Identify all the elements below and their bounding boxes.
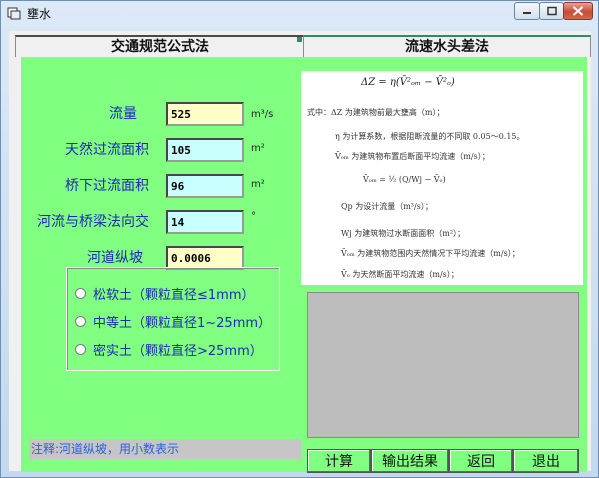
formula-line: η 为计算系数，根据阻断流量的不同取 0.05～0.15。 bbox=[335, 132, 525, 141]
soil-type-group: 松软土（颗粒直径≤1mm） 中等土（颗粒直径1~25mm） 密实土（颗粒直径>2… bbox=[66, 267, 280, 371]
slope-label: 河道纵坡 bbox=[87, 250, 143, 266]
output-results-button[interactable]: 输出结果 bbox=[371, 449, 449, 473]
tab-focus-marker bbox=[297, 37, 302, 42]
soil-option-soft[interactable]: 松软土（颗粒直径≤1mm） bbox=[75, 284, 275, 304]
formula-line: Qp 为设计流量（m³/s）； bbox=[341, 202, 433, 211]
radio-button[interactable] bbox=[75, 316, 86, 327]
maximize-icon bbox=[546, 6, 557, 16]
soil-option-label: 中等土（颗粒直径1~25mm） bbox=[93, 316, 272, 331]
calculate-button[interactable]: 计算 bbox=[307, 449, 371, 473]
close-button[interactable] bbox=[563, 2, 593, 20]
formula-line: V̄ₒₘ 为建筑物布置后断面平均流速（m/s）； bbox=[335, 152, 490, 161]
result-output-box[interactable] bbox=[307, 292, 579, 438]
bridge-area-input[interactable] bbox=[166, 174, 244, 198]
minimize-icon bbox=[523, 12, 531, 14]
app-icon bbox=[7, 7, 21, 20]
natural-area-input[interactable] bbox=[166, 138, 244, 162]
tab-traffic-code-formula[interactable]: 交通规范公式法 bbox=[15, 35, 305, 57]
tab-velocity-head-difference[interactable]: 流速水头差法 bbox=[303, 35, 591, 57]
main-panel: 流量 m³/s 天然过流面积 m² 桥下过流面积 m² 河流与桥梁法向交 ° 河… bbox=[21, 57, 587, 473]
radio-button[interactable] bbox=[75, 344, 86, 355]
formula-line: V̄ₒₘ 为建筑物范围内天然情况下平均流速（m/s）； bbox=[341, 249, 520, 258]
close-icon bbox=[572, 6, 584, 16]
formula-line: V̄ₒₘ = ½ (Q/Wj − V̄ₒ) bbox=[363, 175, 446, 184]
formula-line: Wj 为建筑物过水断面面积（m²）； bbox=[341, 229, 466, 238]
title-bar[interactable]: 壅水 bbox=[1, 1, 598, 25]
exit-button[interactable]: 退出 bbox=[513, 449, 579, 473]
formula-image: ΔZ = η(V̄²ₒₘ − V̄²ₒ) 式中：ΔZ 为建筑物前最大壅高（m）；… bbox=[301, 71, 583, 285]
flow-input[interactable] bbox=[166, 102, 244, 126]
formula-line: V̄ₒ 为天然断面平均流速（m/s）； bbox=[341, 270, 459, 279]
minimize-button[interactable] bbox=[514, 2, 540, 20]
soil-option-medium[interactable]: 中等土（颗粒直径1~25mm） bbox=[75, 312, 275, 332]
client-area: 交通规范公式法 流速水头差法 流量 m³/s 天然过流面积 m² 桥下过流面积 … bbox=[9, 31, 591, 473]
skew-angle-input[interactable] bbox=[166, 210, 244, 234]
skew-angle-unit: ° bbox=[251, 211, 256, 222]
soil-option-dense[interactable]: 密实土（颗粒直径>25mm） bbox=[75, 340, 275, 360]
flow-label: 流量 bbox=[109, 106, 137, 122]
formula-line: 式中：ΔZ 为建筑物前最大壅高（m）； bbox=[307, 108, 445, 117]
formula-main: ΔZ = η(V̄²ₒₘ − V̄²ₒ) bbox=[361, 77, 455, 88]
skew-angle-label: 河流与桥梁法向交 bbox=[37, 214, 149, 230]
natural-area-unit: m² bbox=[251, 143, 265, 154]
maximize-button[interactable] bbox=[539, 2, 564, 20]
bridge-area-unit: m² bbox=[251, 179, 265, 190]
flow-unit: m³/s bbox=[251, 109, 274, 120]
radio-button[interactable] bbox=[75, 288, 86, 299]
window-title: 壅水 bbox=[27, 7, 52, 21]
bridge-area-label: 桥下过流面积 bbox=[65, 178, 149, 194]
back-button[interactable]: 返回 bbox=[449, 449, 513, 473]
soil-option-label: 松软土（颗粒直径≤1mm） bbox=[93, 288, 255, 303]
slope-note: 注释:河道纵坡，用小数表示 bbox=[29, 439, 301, 459]
soil-option-label: 密实土（颗粒直径>25mm） bbox=[93, 344, 263, 359]
natural-area-label: 天然过流面积 bbox=[65, 142, 149, 158]
app-window: 壅水 交通规范公式法 流速水头差法 流量 m³/s 天然过流面积 m² 桥下过流… bbox=[0, 0, 599, 478]
